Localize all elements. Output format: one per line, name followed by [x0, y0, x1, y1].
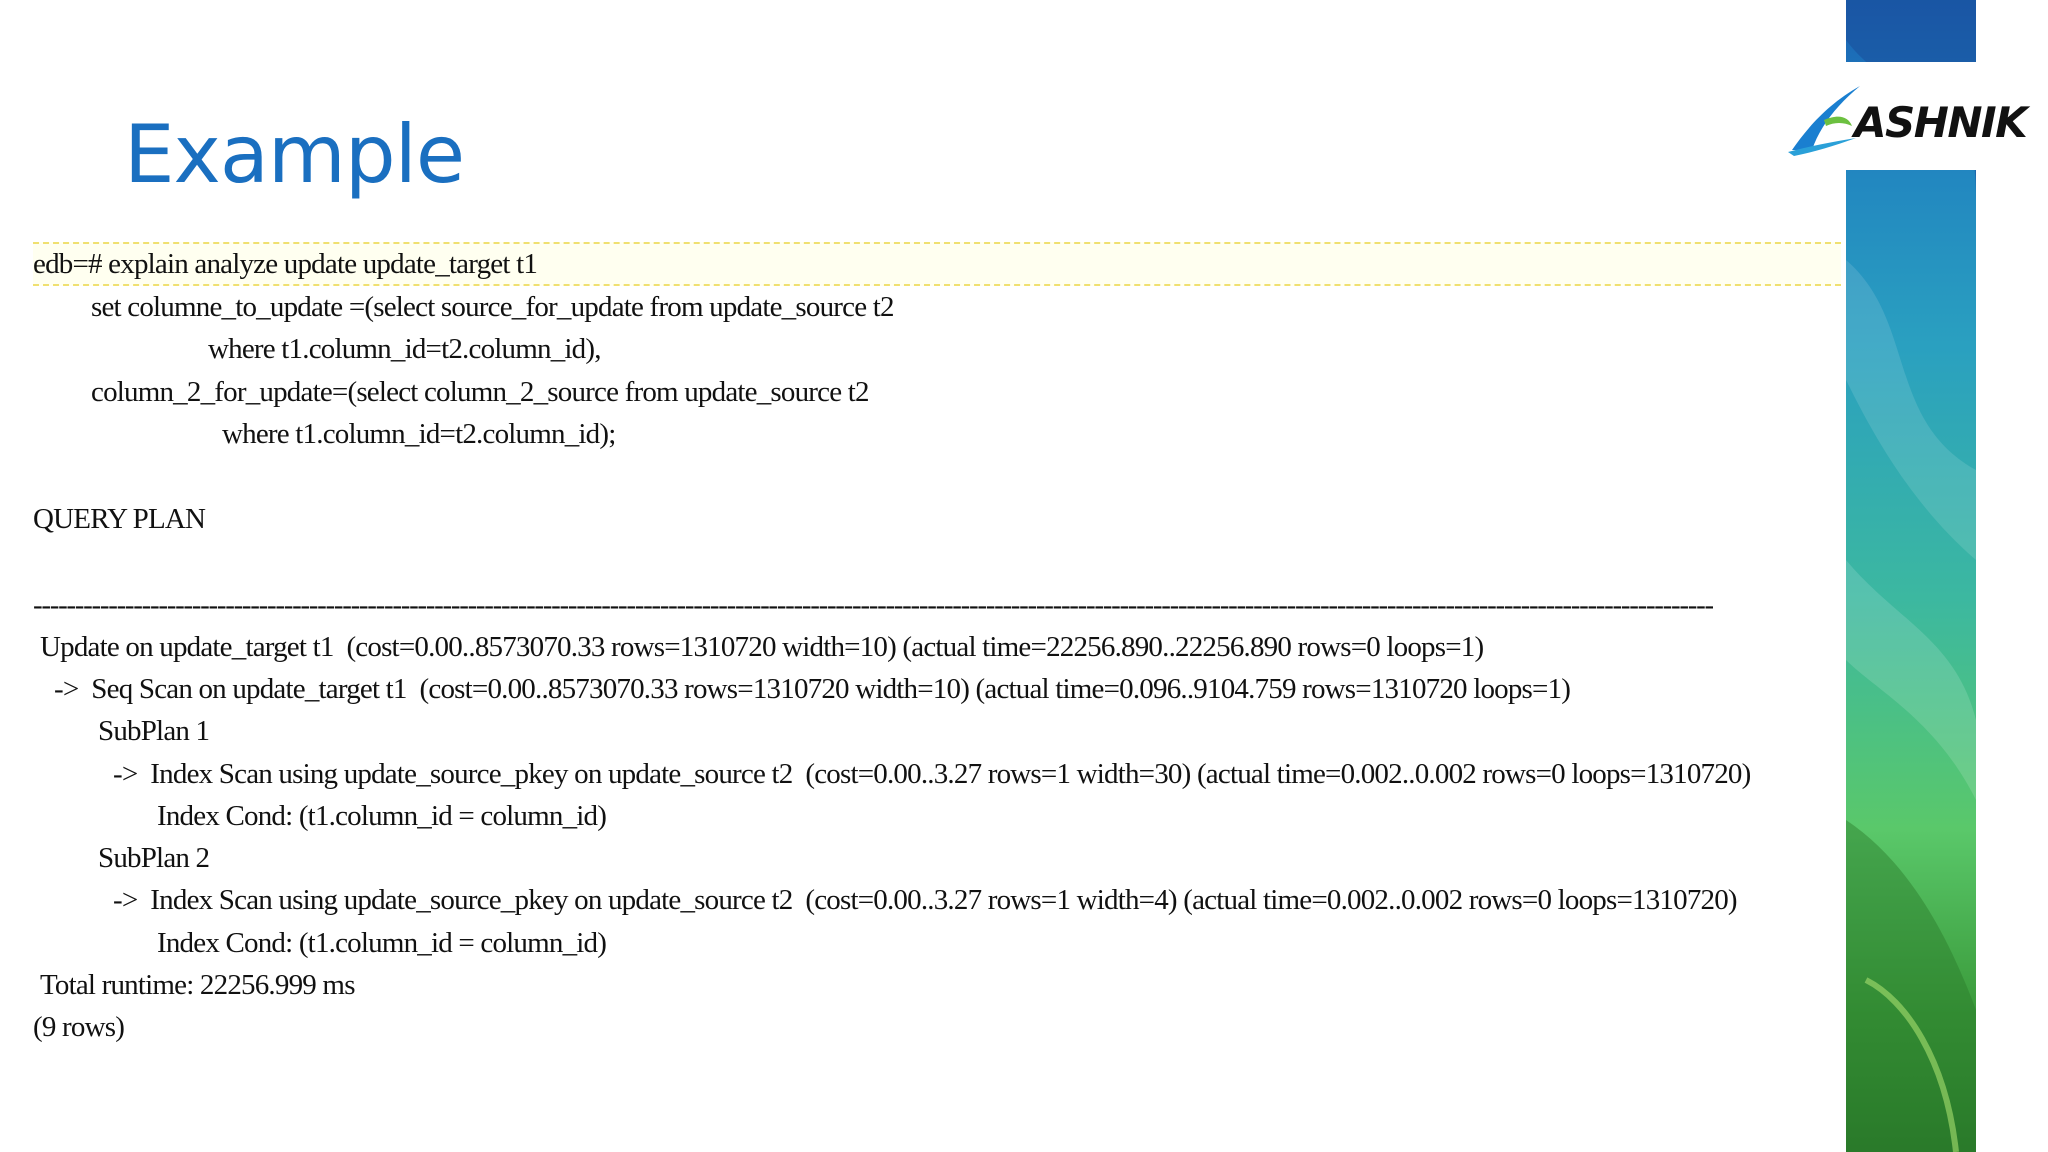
plan-separator: ----------------------------------------… — [33, 589, 1713, 621]
plan-line-index-scan-1: -> Index Scan using update_source_pkey o… — [113, 758, 1751, 790]
brand-logo: ASHNIK — [1776, 62, 2028, 170]
query-line-3: where t1.column_id=t2.column_id), — [208, 333, 601, 365]
plan-line-seq-scan: -> Seq Scan on update_target t1 (cost=0.… — [54, 673, 1571, 705]
plan-line-update: Update on update_target t1 (cost=0.00..8… — [40, 631, 1484, 663]
plan-line-subplan-2: SubPlan 2 — [98, 842, 210, 874]
stripe-swirl-decoration — [1846, 0, 1976, 1152]
slide-title: Example — [124, 108, 465, 201]
plan-line-row-count: (9 rows) — [33, 1011, 125, 1043]
query-line-4: column_2_for_update=(select column_2_sou… — [91, 376, 870, 408]
query-line-5: where t1.column_id=t2.column_id); — [222, 418, 616, 450]
logo-wordmark: ASHNIK — [1854, 98, 2028, 147]
query-plan-header: QUERY PLAN — [33, 503, 206, 535]
query-line-2: set columne_to_update =(select source_fo… — [91, 291, 894, 323]
brand-stripe — [1846, 0, 1976, 1152]
plan-line-index-cond-2: Index Cond: (t1.column_id = column_id) — [157, 927, 607, 959]
plan-line-index-scan-2: -> Index Scan using update_source_pkey o… — [113, 884, 1738, 916]
query-line-1: edb=# explain analyze update update_targ… — [33, 248, 538, 280]
plan-line-subplan-1: SubPlan 1 — [98, 715, 210, 747]
plan-line-index-cond-1: Index Cond: (t1.column_id = column_id) — [157, 800, 607, 832]
plan-line-total-runtime: Total runtime: 22256.999 ms — [40, 969, 355, 1001]
